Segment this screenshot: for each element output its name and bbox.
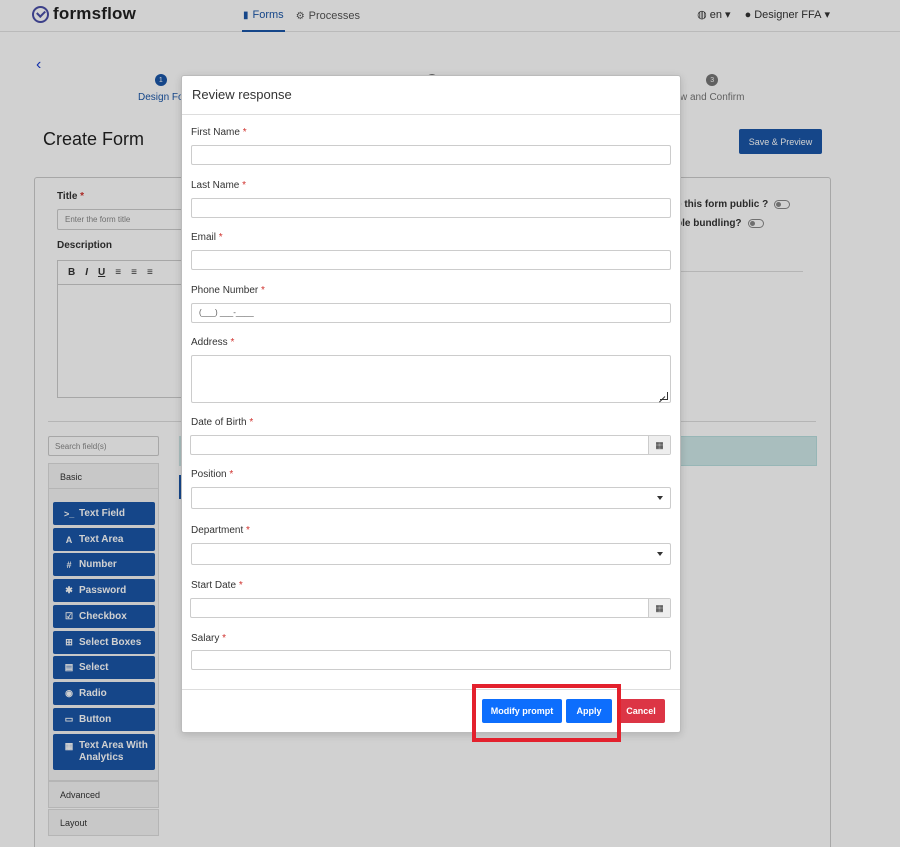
- date-of-birth-label-text: Date of Birth: [191, 417, 247, 428]
- date-of-birth-input[interactable]: ▦: [190, 435, 671, 455]
- calendar-icon[interactable]: ▦: [648, 599, 670, 617]
- start-date-label-text: Start Date: [191, 580, 237, 591]
- department-label: Department *: [191, 525, 250, 536]
- calendar-icon[interactable]: ▦: [648, 436, 670, 454]
- email-label-text: Email: [191, 232, 217, 243]
- first-name-input[interactable]: [191, 145, 671, 165]
- resize-handle-icon[interactable]: [660, 392, 668, 400]
- last-name-label-text: Last Name: [191, 180, 240, 191]
- phone-number-label: Phone Number *: [191, 285, 265, 296]
- address-textarea[interactable]: [191, 355, 671, 403]
- salary-label: Salary *: [191, 633, 226, 644]
- modal-title: Review response: [182, 76, 680, 115]
- required-mark: *: [261, 285, 265, 296]
- required-mark: *: [218, 232, 223, 243]
- last-name-label: Last Name *: [191, 180, 246, 191]
- position-label: Position *: [191, 469, 233, 480]
- phone-number-label-text: Phone Number: [191, 285, 259, 296]
- date-of-birth-label: Date of Birth *: [191, 417, 253, 428]
- required-mark: *: [222, 633, 227, 644]
- department-select[interactable]: [191, 543, 671, 565]
- start-date-input[interactable]: ▦: [190, 598, 671, 618]
- highlight-annotation: [472, 684, 621, 742]
- address-label-text: Address: [191, 337, 228, 348]
- required-mark: *: [246, 525, 250, 536]
- email-input[interactable]: [191, 250, 671, 270]
- caret-down-icon: [657, 496, 663, 500]
- required-mark: *: [230, 337, 235, 348]
- department-label-text: Department: [191, 525, 244, 536]
- phone-number-input[interactable]: (___) ___-____: [191, 303, 671, 323]
- start-date-label: Start Date *: [191, 580, 243, 591]
- salary-input[interactable]: [191, 650, 671, 670]
- last-name-input[interactable]: [191, 198, 671, 218]
- position-select[interactable]: [191, 487, 671, 509]
- first-name-label: First Name *: [191, 127, 247, 138]
- review-response-modal: Review response First Name * Last Name *…: [181, 75, 681, 733]
- address-label: Address *: [191, 337, 234, 348]
- required-mark: *: [249, 417, 254, 428]
- position-label-text: Position: [191, 469, 227, 480]
- required-mark: *: [242, 127, 247, 138]
- caret-down-icon: [657, 552, 663, 556]
- required-mark: *: [229, 469, 234, 480]
- email-label: Email *: [191, 232, 223, 243]
- required-mark: *: [238, 580, 243, 591]
- first-name-label-text: First Name: [191, 127, 240, 138]
- required-mark: *: [242, 180, 247, 191]
- salary-label-text: Salary: [191, 633, 220, 644]
- cancel-button[interactable]: Cancel: [617, 699, 665, 723]
